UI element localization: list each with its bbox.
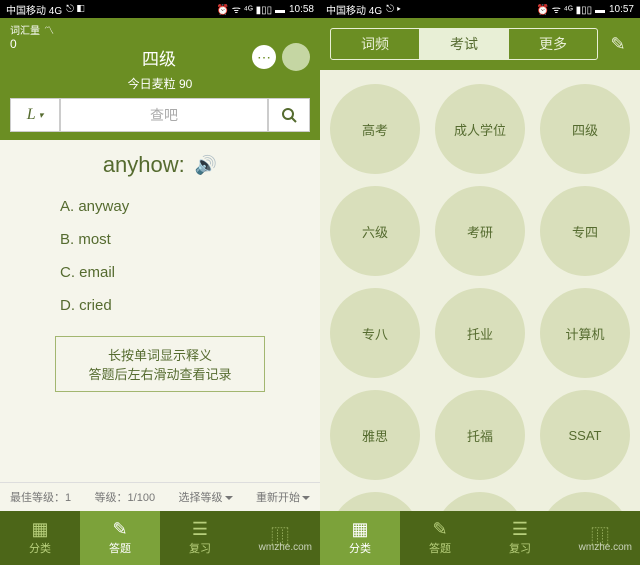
grid-icon: ▦ (31, 520, 48, 538)
speaker-icon[interactable]: 🔊 (195, 155, 217, 176)
hint-box: 长按单词显示释义 答题后左右滑动查看记录 (55, 336, 265, 392)
category-item[interactable]: SSAT (540, 390, 630, 480)
search-bar: L▾ 查吧 (10, 98, 310, 132)
avatar[interactable] (282, 43, 310, 71)
nav-answer[interactable]: ✎答题 (80, 511, 160, 565)
vocab-count: 0 (10, 37, 17, 51)
header: 词频 考试 更多 ✎ (320, 18, 640, 70)
category-item[interactable]: 成人学位 (435, 84, 525, 174)
grade-row: 最佳等级：1 等级：1/100 选择等级 重新开始 (0, 482, 320, 511)
search-icon (281, 107, 297, 123)
category-item[interactable]: 计算机 (540, 288, 630, 378)
header: 词汇量〽 0 四级 ⋯ 今日麦粒 90 L▾ 查吧 (0, 18, 320, 140)
category-item[interactable]: 专四 (540, 186, 630, 276)
option-a[interactable]: A. anyway (20, 190, 300, 223)
category-item[interactable]: 四级 (540, 84, 630, 174)
nav-stats[interactable]: ⿲ (240, 511, 320, 565)
best-grade: 最佳等级：1 (10, 489, 71, 505)
compose-icon[interactable]: ✎ (606, 34, 630, 55)
category-item[interactable]: 六级 (330, 186, 420, 276)
review-icon: ☰ (512, 520, 528, 538)
status-bar: 中国移动 4G⎋ ◧ ⏰ ᯤ ⁴ᴳ ▮▯▯ ▬10:58 (0, 0, 320, 18)
category-item[interactable]: 高考 (330, 84, 420, 174)
option-b[interactable]: B. most (20, 223, 300, 256)
quiz-body: anyhow: 🔊 A. anyway B. most C. email D. … (0, 140, 320, 482)
nav-category[interactable]: ▦分类 (0, 511, 80, 565)
search-button[interactable] (268, 98, 310, 132)
category-item[interactable]: 考研 (435, 186, 525, 276)
segment-control: 词频 考试 更多 (330, 28, 598, 60)
tab-more[interactable]: 更多 (508, 29, 597, 59)
nav-category[interactable]: ▦分类 (320, 511, 400, 565)
clock: 10:58 (289, 4, 314, 15)
category-item[interactable]: 雅思 (330, 390, 420, 480)
quiz-word: anyhow: (103, 152, 185, 178)
option-c[interactable]: C. email (20, 256, 300, 289)
carrier-label: 中国移动 4G (326, 2, 382, 17)
stats-icon: ⿲ (591, 528, 609, 546)
vocab-label: 词汇量 (10, 22, 40, 37)
search-input[interactable]: 查吧 (60, 98, 268, 132)
language-selector[interactable]: L▾ (10, 98, 60, 132)
select-grade[interactable]: 选择等级 (179, 489, 233, 505)
category-item[interactable]: 专八 (330, 288, 420, 378)
current-grade: 等级：1/100 (95, 489, 156, 505)
chat-icon[interactable]: ⋯ (252, 45, 276, 69)
clock: 10:57 (609, 4, 634, 15)
left-screen: 中国移动 4G⎋ ◧ ⏰ ᯤ ⁴ᴳ ▮▯▯ ▬10:58 词汇量〽 0 四级 ⋯… (0, 0, 320, 565)
stats-icon: ⿲ (271, 528, 289, 546)
answer-icon: ✎ (112, 520, 127, 538)
category-item[interactable]: 托业 (435, 288, 525, 378)
nav-stats[interactable]: ⿲ (560, 511, 640, 565)
tab-freq[interactable]: 词频 (331, 29, 419, 59)
category-item[interactable]: 托福 (435, 390, 525, 480)
bottom-nav: ▦分类 ✎答题 ☰复习 ⿲ (0, 511, 320, 565)
category-item[interactable]: GRE (540, 492, 630, 511)
page-title: 四级 (66, 45, 252, 70)
tab-exam[interactable]: 考试 (419, 29, 508, 59)
carrier-label: 中国移动 4G (6, 2, 62, 17)
status-bar: 中国移动 4G⎋ ▸ ⏰ ᯤ ⁴ᴳ ▮▯▯ ▬10:57 (320, 0, 640, 18)
nav-review[interactable]: ☰复习 (160, 511, 240, 565)
nav-review[interactable]: ☰复习 (480, 511, 560, 565)
restart[interactable]: 重新开始 (256, 489, 310, 505)
right-screen: 中国移动 4G⎋ ▸ ⏰ ᯤ ⁴ᴳ ▮▯▯ ▬10:57 词频 考试 更多 ✎ … (320, 0, 640, 565)
category-grid: 高考成人学位四级六级考研专四专八托业计算机雅思托福SSAT SAT ACT GRE (320, 70, 640, 511)
review-icon: ☰ (192, 520, 208, 538)
wheat-count: 今日麦粒 90 (10, 75, 310, 92)
bottom-nav: ▦分类 ✎答题 ☰复习 ⿲ (320, 511, 640, 565)
grid-icon: ▦ (351, 520, 368, 538)
nav-answer[interactable]: ✎答题 (400, 511, 480, 565)
answer-icon: ✎ (432, 520, 447, 538)
category-item[interactable]: ACT (435, 492, 525, 511)
option-d[interactable]: D. cried (20, 289, 300, 322)
category-item[interactable]: SAT (330, 492, 420, 511)
